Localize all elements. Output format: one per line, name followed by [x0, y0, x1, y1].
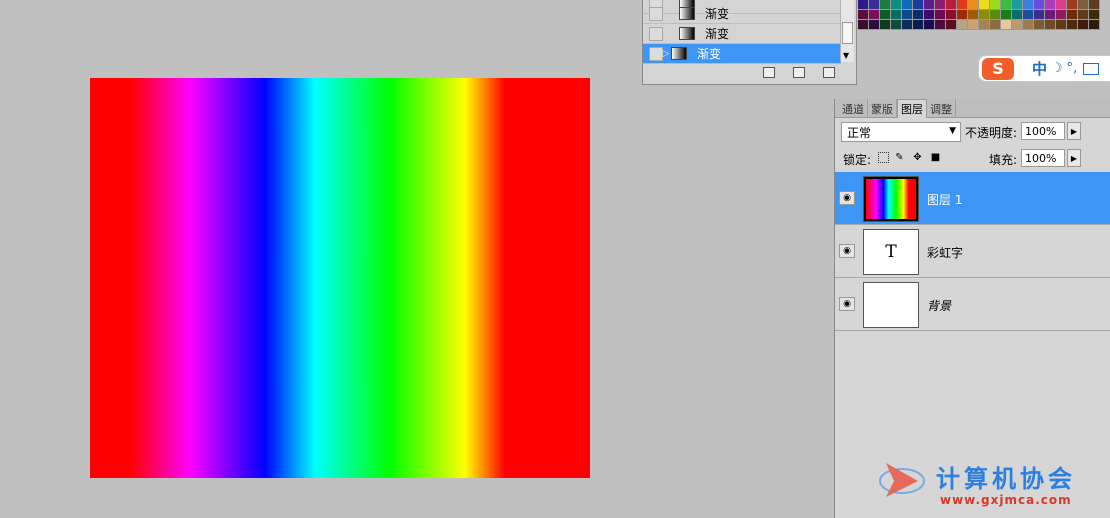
layer-row[interactable]: ◉ 背景: [835, 278, 1110, 331]
tab-masks[interactable]: 蒙版: [868, 99, 897, 118]
blend-mode-value: 正常: [847, 125, 872, 140]
lock-fill-row: 锁定: ✎ ✥ ■ 填充: 100% ▶: [835, 147, 1110, 169]
scroll-down-arrow-icon[interactable]: ▼: [843, 51, 849, 60]
history-scrollbar[interactable]: ▼: [840, 0, 854, 62]
history-state-marker-icon: ▷: [662, 48, 670, 59]
lock-position-move-icon[interactable]: ✥: [912, 152, 923, 163]
history-snapshot-checkbox[interactable]: [649, 6, 663, 21]
opacity-slider-toggle[interactable]: ▶: [1067, 122, 1081, 140]
layer-row[interactable]: ◉ T 彩虹字: [835, 225, 1110, 278]
ime-toolbar[interactable]: S 中 ☽ °,: [978, 55, 1110, 82]
history-snapshot-checkbox[interactable]: [649, 26, 663, 41]
layer-name: 彩虹字: [927, 246, 964, 260]
history-panel: 渐变 渐变 ▷ 渐变 ▼: [642, 0, 857, 85]
fill-slider-toggle[interactable]: ▶: [1067, 149, 1081, 167]
history-item-selected[interactable]: ▷ 渐变: [643, 44, 841, 64]
lock-transparency-icon[interactable]: [878, 152, 889, 163]
scrollbar-thumb[interactable]: [842, 22, 853, 44]
gradient-tool-icon: [679, 7, 695, 20]
chevron-down-icon: ▼: [949, 126, 956, 136]
fill-label: 填充:: [989, 153, 1018, 167]
gradient-tool-icon: [679, 27, 695, 40]
history-footer: [643, 62, 856, 84]
moon-icon[interactable]: ☽: [1051, 61, 1063, 76]
document-canvas[interactable]: [90, 78, 590, 478]
ime-language-toggle[interactable]: 中: [1032, 58, 1047, 79]
layer-row-selected[interactable]: ◉ 图层 1: [835, 172, 1110, 225]
layer-thumbnail: [863, 176, 919, 222]
swatches-panel: [858, 0, 1110, 32]
lock-all-padlock-icon[interactable]: ■: [930, 152, 941, 163]
eye-visibility-icon[interactable]: ◉: [839, 297, 855, 311]
punctuation-toggle[interactable]: °,: [1067, 61, 1078, 76]
history-item-label: 渐变: [705, 27, 730, 41]
camera-icon[interactable]: [793, 67, 805, 78]
keyboard-icon[interactable]: [1083, 62, 1100, 75]
layer-name: 图层 1: [927, 193, 963, 207]
tab-layers[interactable]: 图层: [897, 99, 927, 118]
watermark: 计算机协会 www.gxjmca.com: [878, 455, 1108, 515]
opacity-label: 不透明度:: [965, 126, 1018, 140]
layer-options-row: 正常 ▼ 不透明度: 100% ▶: [835, 120, 1110, 144]
lock-paint-brush-icon[interactable]: ✎: [894, 152, 905, 163]
gradient-tool-icon: [671, 47, 687, 60]
eye-visibility-icon[interactable]: ◉: [839, 191, 855, 205]
panel-tabs: 通道 蒙版 图层 调整: [835, 99, 1110, 118]
trash-icon[interactable]: [823, 67, 835, 78]
layer-thumbnail: [863, 282, 919, 328]
fill-input[interactable]: 100%: [1021, 149, 1065, 167]
eye-visibility-icon[interactable]: ◉: [839, 244, 855, 258]
text-layer-thumbnail: T: [863, 229, 919, 275]
watermark-logo-icon: [879, 463, 925, 497]
history-item-label: 渐变: [705, 7, 730, 21]
sogou-logo-icon[interactable]: S: [982, 57, 1014, 80]
tab-channels[interactable]: 通道: [839, 99, 868, 118]
opacity-input[interactable]: 100%: [1021, 122, 1065, 140]
tab-adjustments[interactable]: 调整: [927, 99, 956, 118]
lock-label: 锁定:: [843, 153, 872, 167]
history-item[interactable]: 渐变: [643, 24, 841, 44]
watermark-url: www.gxjmca.com: [940, 493, 1072, 507]
layer-name: 背景: [927, 299, 952, 313]
history-item-label: 渐变: [697, 47, 722, 61]
blend-mode-select[interactable]: 正常 ▼: [841, 122, 961, 142]
watermark-name: 计算机协会: [936, 465, 1076, 493]
history-item[interactable]: 渐变: [643, 4, 841, 24]
new-document-icon[interactable]: [763, 67, 775, 78]
